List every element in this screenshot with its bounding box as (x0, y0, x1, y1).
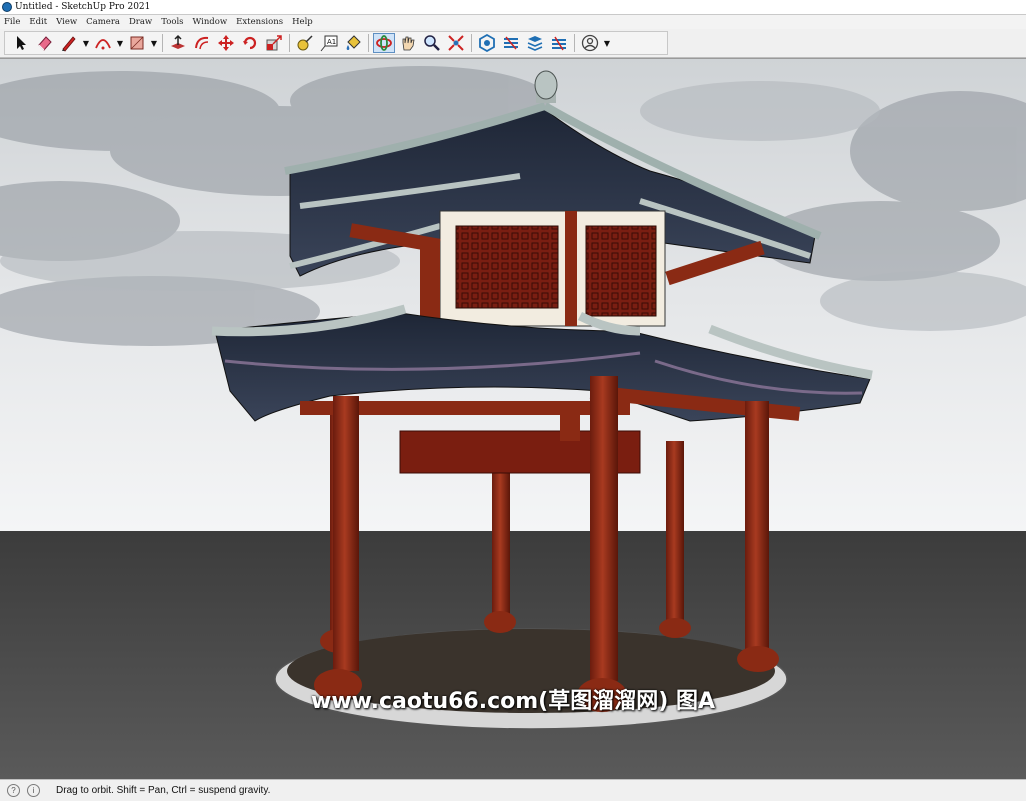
main-toolbar: ▼ ▼ ▼ A1 ▼ (0, 29, 1026, 58)
push-pull-tool-icon[interactable] (167, 33, 189, 53)
offset-tool-icon[interactable] (191, 33, 213, 53)
rotate-tool-icon[interactable] (239, 33, 261, 53)
rectangle-tool-icon[interactable] (126, 33, 148, 53)
extension-manager-icon[interactable] (548, 33, 570, 53)
toolbar-separator (162, 34, 163, 52)
watermark-text: www.caotu66.com(草图溜溜网) 图A (311, 689, 715, 714)
toolbar-separator (289, 34, 290, 52)
user-account-dropdown[interactable]: ▼ (602, 33, 612, 53)
menu-help[interactable]: Help (288, 17, 318, 27)
scale-tool-icon[interactable] (263, 33, 285, 53)
window-title: Untitled - SketchUp Pro 2021 (15, 2, 151, 12)
menu-edit[interactable]: Edit (25, 17, 52, 27)
pencil-line-tool-icon[interactable] (58, 33, 80, 53)
tape-measure-tool-icon[interactable] (294, 33, 316, 53)
arc-tools-dropdown[interactable]: ▼ (115, 33, 125, 53)
menu-extensions[interactable]: Extensions (232, 17, 288, 27)
menu-bar: File Edit View Camera Draw Tools Window … (0, 15, 1026, 29)
sketchup-app-icon (2, 2, 12, 12)
svg-text:A1: A1 (327, 38, 336, 46)
shape-tools-dropdown[interactable]: ▼ (149, 33, 159, 53)
line-tools-dropdown[interactable]: ▼ (81, 33, 91, 53)
layout-icon[interactable] (524, 33, 546, 53)
pan-tool-icon[interactable] (397, 33, 419, 53)
status-text: Drag to orbit. Shift = Pan, Ctrl = suspe… (56, 785, 271, 796)
menu-tools[interactable]: Tools (157, 17, 188, 27)
pavilion-scene (0, 59, 1026, 779)
info-icon[interactable]: i (27, 784, 40, 797)
status-bar: ? i Drag to orbit. Shift = Pan, Ctrl = s… (0, 779, 1026, 801)
move-tool-icon[interactable] (215, 33, 237, 53)
paint-bucket-tool-icon[interactable] (342, 33, 364, 53)
arc-tool-icon[interactable] (92, 33, 114, 53)
menu-window[interactable]: Window (189, 17, 233, 27)
toolbar-separator (574, 34, 575, 52)
toolbar-strip: ▼ ▼ ▼ A1 ▼ (4, 31, 668, 55)
extension-warehouse-icon[interactable] (500, 33, 522, 53)
menu-file[interactable]: File (0, 17, 25, 27)
3d-warehouse-icon[interactable] (476, 33, 498, 53)
text-tool-icon[interactable]: A1 (318, 33, 340, 53)
toolbar-separator (368, 34, 369, 52)
menu-view[interactable]: View (52, 17, 82, 27)
model-viewport[interactable] (0, 58, 1026, 779)
menu-camera[interactable]: Camera (82, 17, 125, 27)
orbit-tool-icon[interactable] (373, 33, 395, 53)
zoom-tool-icon[interactable] (421, 33, 443, 53)
toolbar-separator (471, 34, 472, 52)
user-account-icon[interactable] (579, 33, 601, 53)
eraser-tool-icon[interactable] (34, 33, 56, 53)
select-tool-icon[interactable] (10, 33, 32, 53)
title-bar: Untitled - SketchUp Pro 2021 (0, 0, 1026, 15)
zoom-extents-tool-icon[interactable] (445, 33, 467, 53)
menu-draw[interactable]: Draw (125, 17, 157, 27)
geolocation-icon[interactable]: ? (7, 784, 20, 797)
